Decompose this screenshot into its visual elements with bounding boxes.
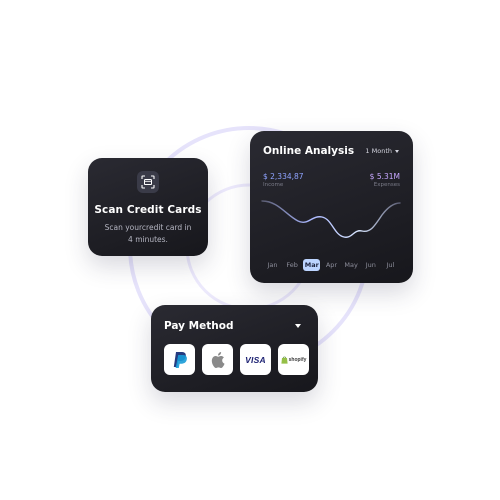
trend-line xyxy=(261,200,401,238)
analysis-title: Online Analysis xyxy=(263,145,355,157)
month-may[interactable]: May xyxy=(343,259,360,271)
apple-pay-option[interactable] xyxy=(202,344,233,375)
expenses-value: $ 5.31M xyxy=(369,172,400,181)
shopify-label: shopify xyxy=(288,356,307,363)
scan-card-description: Scan yourcredit card in 4 minutes. xyxy=(98,222,198,246)
chevron-down-icon xyxy=(395,149,399,153)
paypal-icon xyxy=(173,351,187,368)
apple-icon xyxy=(211,351,224,368)
scan-credit-card-widget[interactable]: Scan Credit Cards Scan yourcredit card i… xyxy=(88,158,208,256)
analysis-line-chart xyxy=(261,200,401,238)
shopify-icon: shopify xyxy=(281,356,307,364)
expenses-label: Expenses xyxy=(373,182,400,188)
shopify-option[interactable]: shopify xyxy=(278,344,309,375)
online-analysis-widget: Online Analysis 1 Month $ 2,334,87 Incom… xyxy=(250,131,413,283)
period-label: 1 Month xyxy=(365,147,392,155)
card-scan-icon xyxy=(137,171,159,193)
pay-method-list: VISA shopify xyxy=(164,344,309,375)
stage: Scan Credit Cards Scan yourcredit card i… xyxy=(0,0,500,500)
paypal-option[interactable] xyxy=(164,344,195,375)
income-value: $ 2,334,87 xyxy=(263,172,304,181)
shopify-bag-icon xyxy=(281,356,288,364)
income-label: Income xyxy=(263,182,284,188)
month-jun[interactable]: Jun xyxy=(362,259,379,271)
visa-icon: VISA xyxy=(245,354,266,365)
month-jan[interactable]: Jan xyxy=(264,259,281,271)
pay-method-title: Pay Method xyxy=(164,320,234,332)
scan-card-description-line-2: 4 minutes. xyxy=(128,235,168,244)
period-dropdown[interactable]: 1 Month xyxy=(365,147,399,155)
scan-card-description-line-1: Scan yourcredit card in xyxy=(104,223,192,232)
pay-method-widget: Pay Method VISA shopify xyxy=(151,305,318,392)
month-jul[interactable]: Jul xyxy=(382,259,399,271)
month-mar[interactable]: Mar xyxy=(303,259,321,271)
scan-card-title: Scan Credit Cards xyxy=(94,204,202,216)
chevron-down-icon[interactable] xyxy=(295,324,301,328)
month-feb[interactable]: Feb xyxy=(284,259,301,271)
month-apr[interactable]: Apr xyxy=(323,259,340,271)
visa-option[interactable]: VISA xyxy=(240,344,271,375)
month-selector: Jan Feb Mar Apr May Jun Jul xyxy=(264,259,399,271)
